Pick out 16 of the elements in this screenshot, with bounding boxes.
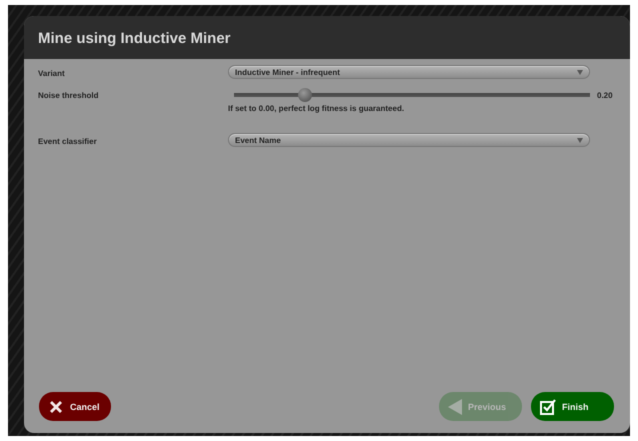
left-triangle-icon bbox=[448, 398, 462, 414]
dropdown[interactable]: Inductive Miner - infrequent bbox=[228, 65, 590, 79]
caret-icon bbox=[577, 136, 583, 144]
field-label: Noise threshold bbox=[38, 90, 100, 102]
caret-icon bbox=[577, 68, 583, 76]
slider-value: 0.20 bbox=[597, 90, 613, 100]
finish-button[interactable]: Finish bbox=[531, 392, 614, 421]
dialog-title: Mine using Inductive Miner bbox=[38, 30, 232, 47]
checkbox-icon bbox=[540, 398, 556, 414]
field-label: Event classifier bbox=[38, 136, 98, 147]
x-icon bbox=[48, 398, 64, 414]
cancel-button[interactable]: Cancel bbox=[39, 392, 111, 421]
dropdown[interactable]: Event Name bbox=[228, 133, 590, 147]
slider-thumb[interactable] bbox=[298, 88, 312, 102]
hint-text: If set to 0.00, perfect log fitness is guaranteed. bbox=[228, 104, 406, 113]
field-label: Variant bbox=[38, 68, 66, 79]
